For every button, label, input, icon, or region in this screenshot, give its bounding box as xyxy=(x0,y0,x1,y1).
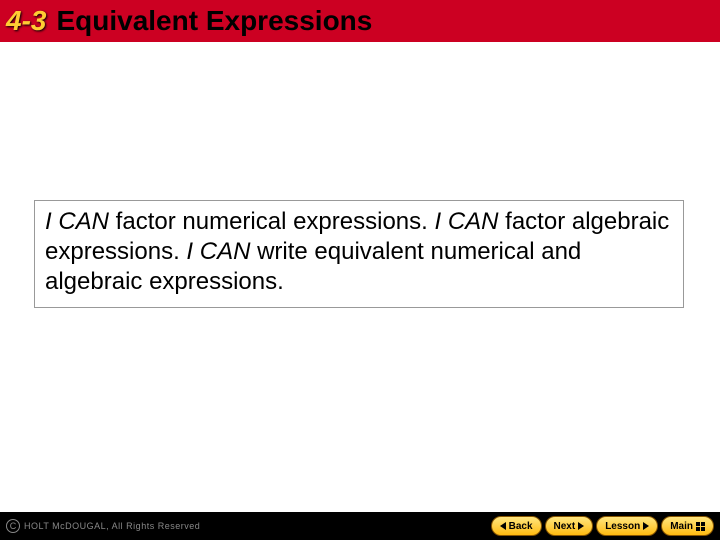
section-title: Equivalent Expressions xyxy=(56,5,372,37)
copyright: C HOLT McDOUGAL, All Rights Reserved xyxy=(6,519,200,533)
lesson-label: Lesson xyxy=(605,521,640,532)
nav-buttons: Back Next Lesson Main xyxy=(491,516,714,536)
next-button[interactable]: Next xyxy=(545,516,594,536)
back-button[interactable]: Back xyxy=(491,516,542,536)
arrow-right-icon xyxy=(643,522,649,530)
arrow-left-icon xyxy=(500,522,506,530)
back-label: Back xyxy=(509,521,533,532)
content-box: I CAN factor numerical expressions. I CA… xyxy=(34,200,684,308)
main-label: Main xyxy=(670,521,693,532)
section-number: 4-3 xyxy=(6,5,46,37)
ican-emphasis: I CAN xyxy=(434,208,498,235)
objectives-text: I CAN factor numerical expressions. I CA… xyxy=(45,207,673,297)
lesson-button[interactable]: Lesson xyxy=(596,516,658,536)
grid-icon xyxy=(696,522,705,531)
slide-header: 4-3 Equivalent Expressions xyxy=(0,0,720,42)
arrow-right-icon xyxy=(578,522,584,530)
copyright-text: HOLT McDOUGAL, All Rights Reserved xyxy=(24,521,200,531)
main-button[interactable]: Main xyxy=(661,516,714,536)
next-label: Next xyxy=(554,521,576,532)
objective-part-1: factor numerical expressions. xyxy=(109,208,434,235)
ican-emphasis: I CAN xyxy=(45,208,109,235)
ican-emphasis: I CAN xyxy=(186,238,250,265)
copyright-icon: C xyxy=(6,519,20,533)
slide-footer: C HOLT McDOUGAL, All Rights Reserved Bac… xyxy=(0,512,720,540)
